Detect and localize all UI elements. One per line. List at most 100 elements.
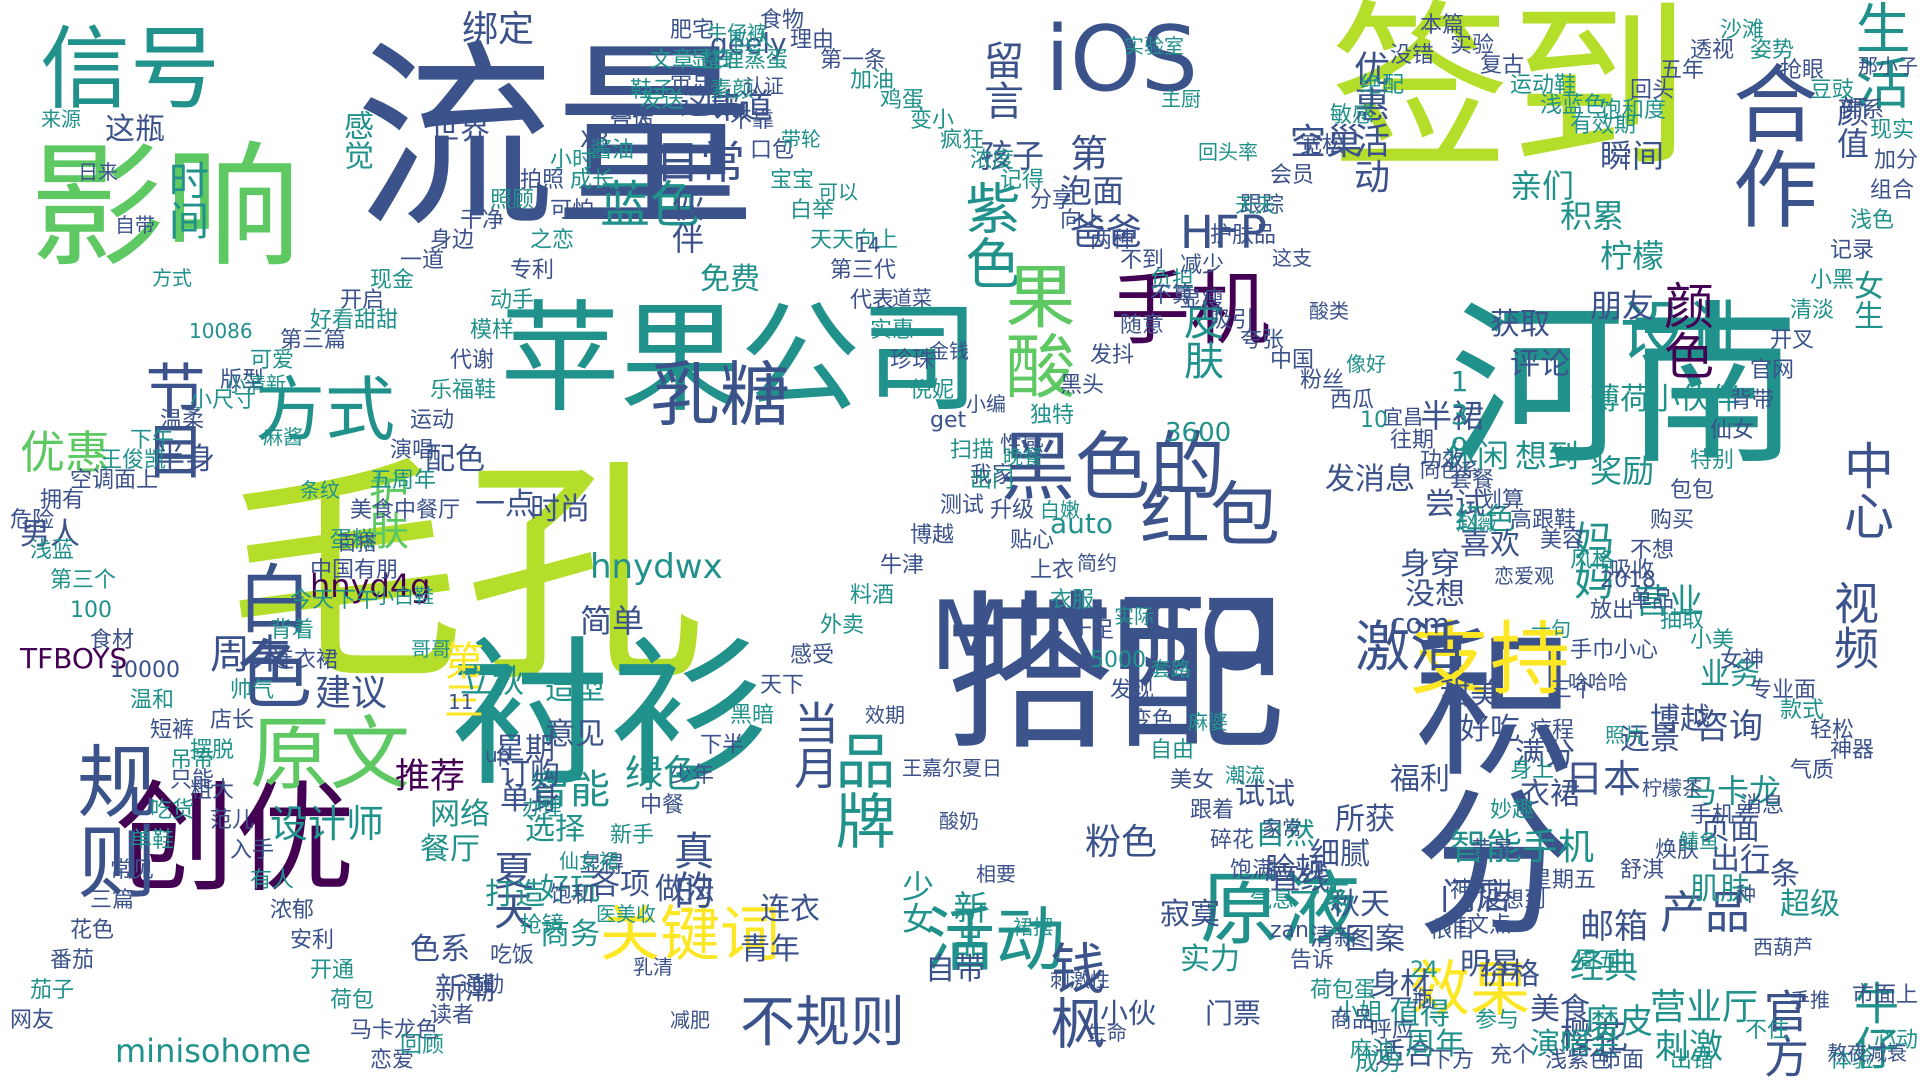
word: 往期: [1390, 428, 1435, 453]
word: 可怕: [550, 198, 595, 223]
word: 没想: [1405, 577, 1465, 612]
word: 花色: [70, 918, 115, 943]
word: 店长: [210, 708, 255, 733]
word: 方式: [152, 266, 192, 290]
word: 颜色: [1656, 280, 1714, 380]
word: 抢镜: [520, 913, 565, 938]
word: 天天向上: [810, 228, 899, 253]
word: 天天: [1235, 193, 1275, 217]
word: 抽取: [1660, 608, 1705, 633]
word: 一连衣裙: [250, 648, 339, 673]
word: 网络: [430, 797, 490, 832]
word: 潮流: [1225, 763, 1265, 787]
word: com: [1390, 607, 1450, 640]
word: 划算: [1480, 488, 1525, 513]
word: 加分: [1873, 148, 1918, 173]
word: 餐厅: [420, 832, 480, 867]
word: 感受: [790, 643, 835, 668]
word: 依旧: [1430, 918, 1475, 943]
word: 新品: [947, 890, 987, 958]
word: 入手: [230, 838, 275, 863]
word: 吃货: [150, 798, 195, 823]
word: 星期五: [1530, 868, 1597, 893]
word: 气质: [1790, 758, 1835, 783]
word: 14: [855, 233, 881, 257]
word: 理由: [790, 28, 835, 53]
word: 饱满: [1230, 858, 1275, 883]
word: 变小: [910, 108, 955, 133]
word: 品牌: [825, 730, 895, 850]
word: 专利: [510, 258, 555, 283]
word: 中国: [1270, 348, 1315, 373]
word: 出门: [970, 468, 1015, 493]
word: 天下: [760, 673, 805, 698]
word: 回头: [1630, 78, 1675, 103]
word: 背带: [1730, 388, 1775, 413]
word: 粉丝: [1300, 368, 1345, 393]
word: 专业面: [1750, 678, 1817, 703]
word: 发消息: [1325, 462, 1415, 497]
word: 气息: [1250, 888, 1295, 913]
word: 一大: [610, 108, 655, 133]
word: 自由: [1150, 738, 1195, 763]
word: 赵薇: [1457, 511, 1497, 535]
word: 当月: [786, 700, 839, 790]
word: 粉色: [1085, 822, 1158, 863]
word: 办理: [522, 796, 562, 820]
word: 酸奶: [939, 809, 979, 833]
word: 组合: [1870, 178, 1915, 203]
word: 一瓶: [1390, 988, 1435, 1013]
word: 贴心: [1010, 528, 1055, 553]
word: 麻婆: [1188, 710, 1228, 734]
word: 运动: [410, 408, 455, 433]
word: 自带: [115, 213, 155, 237]
word: 仙女: [1710, 418, 1755, 443]
word: 门票: [1205, 997, 1262, 1030]
word: 哈哈哈: [1568, 670, 1628, 694]
word: 营业厅: [1650, 987, 1759, 1028]
word: 充个: [1490, 1043, 1535, 1068]
word: 日来: [78, 160, 118, 184]
word: 仙女裙: [559, 849, 619, 873]
word: 中心: [1836, 440, 1894, 540]
word: 倪妮: [910, 378, 955, 403]
word: 范儿: [210, 808, 255, 833]
word: 单品: [1630, 588, 1675, 613]
word: 不规则: [740, 990, 906, 1054]
word: 减肥: [670, 1008, 710, 1032]
word: 那小子: [1858, 54, 1918, 78]
word: 吸收: [1610, 558, 1655, 583]
word: 护肤品: [1210, 223, 1277, 248]
word: 文章: [650, 48, 695, 73]
word: 有人: [250, 868, 295, 893]
word: 同色系: [1420, 458, 1480, 482]
word: 奖励: [1590, 452, 1655, 490]
word: 三篇: [90, 888, 135, 913]
word: 放出: [1590, 598, 1635, 623]
word: 连衣: [760, 892, 820, 927]
word: 特别: [1690, 448, 1735, 473]
word: 外卖: [820, 613, 865, 638]
word: 疗程: [1530, 718, 1575, 743]
word: 分享: [1030, 188, 1075, 213]
word: 金钱: [929, 339, 969, 363]
word: 少年: [670, 763, 715, 788]
word: 通勤: [460, 973, 505, 998]
word: 神器: [1830, 738, 1875, 763]
word: 显白: [690, 48, 735, 73]
word: 绑定: [462, 9, 535, 50]
word: 网友: [10, 1008, 55, 1033]
word: 美容: [1540, 528, 1585, 553]
word: 实际: [1114, 604, 1154, 628]
word: 摆脱: [190, 738, 235, 763]
word: 美食: [1530, 992, 1590, 1027]
word: 酱油: [590, 138, 635, 163]
word: 浓度: [970, 148, 1015, 173]
word: 视频: [1826, 580, 1879, 670]
word: 手推: [1790, 988, 1830, 1012]
word: 3600: [1165, 418, 1232, 448]
word: 常见: [110, 858, 155, 883]
word: 牛仔裤: [707, 21, 767, 45]
word: 购买: [1650, 508, 1695, 533]
word: 来源: [41, 107, 81, 131]
